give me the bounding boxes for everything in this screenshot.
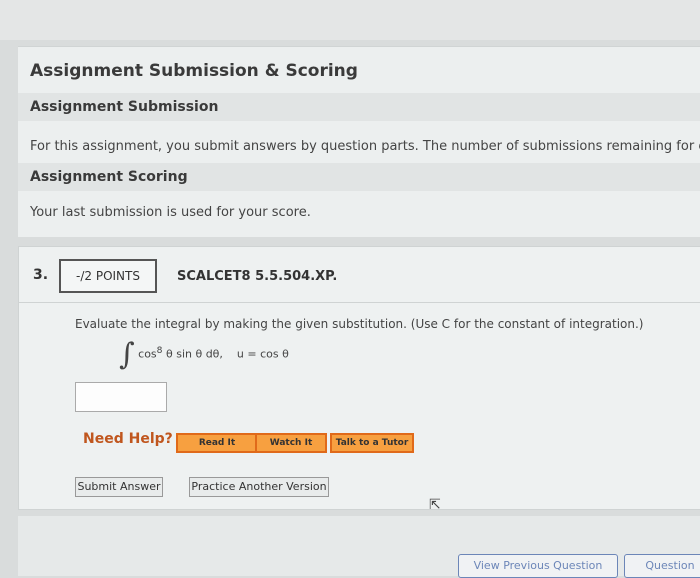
scoring-text: Your last submission is used for your sc… (30, 205, 311, 220)
question-panel: 3. -/2 POINTS SCALCET8 5.5.504.XP. Evalu… (18, 246, 700, 513)
integral-expression: ∫ cos8 θ sin θ dθ, u = cos θ (119, 337, 289, 372)
need-help-label: Need Help? (83, 431, 173, 447)
top-bar (0, 0, 700, 40)
integrand-cos: cos (138, 347, 157, 361)
integrand-rest: θ sin θ dθ, (162, 347, 223, 361)
assignment-scoring-panel: Assignment Submission & Scoring Assignme… (18, 46, 700, 237)
question-number: 3. (33, 267, 49, 283)
substitution: u = cos θ (236, 347, 289, 361)
question-prompt: Evaluate the integral by making the give… (75, 317, 644, 331)
question-id: SCALCET8 5.5.504.XP. (177, 269, 338, 284)
practice-another-version-button[interactable]: Practice Another Version (189, 477, 329, 497)
submission-text: For this assignment, you submit answers … (30, 139, 700, 154)
read-it-button[interactable]: Read It (176, 433, 258, 453)
answer-input[interactable] (75, 382, 167, 412)
points-badge: -/2 POINTS (59, 259, 157, 293)
panel-title: Assignment Submission & Scoring (30, 61, 358, 81)
watch-it-button[interactable]: Watch It (255, 433, 327, 453)
cursor-icon: ⇱ (429, 497, 441, 513)
submission-heading: Assignment Submission (30, 99, 219, 115)
submit-answer-button[interactable]: Submit Answer (75, 477, 163, 497)
next-question-button[interactable]: Question (624, 554, 700, 578)
question-header: 3. -/2 POINTS SCALCET8 5.5.504.XP. (19, 247, 700, 303)
view-previous-question-button[interactable]: View Previous Question (458, 554, 618, 578)
scoring-heading: Assignment Scoring (30, 169, 188, 185)
talk-to-tutor-button[interactable]: Talk to a Tutor (330, 433, 414, 453)
integral-sign: ∫ (119, 337, 135, 372)
